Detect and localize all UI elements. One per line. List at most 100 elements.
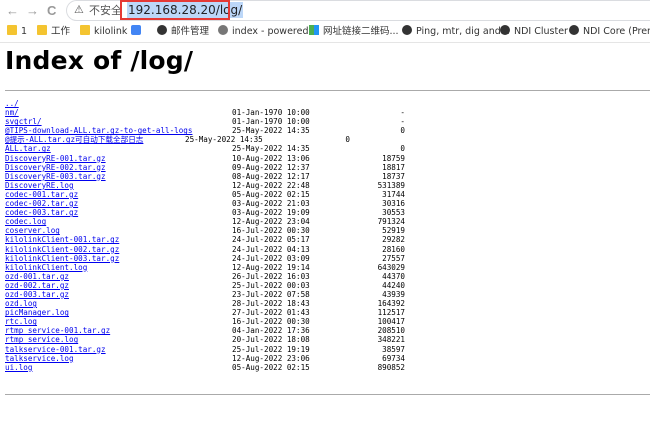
file-size: 69734	[382, 353, 405, 363]
file-link[interactable]: DiscoveryRE-001.tar.gz	[5, 154, 106, 163]
reload-icon[interactable]: C	[47, 3, 56, 19]
file-row: nm/01-Jan-1970 10:00 -	[5, 108, 425, 117]
file-size: 30316	[382, 199, 405, 209]
file-link[interactable]: DiscoveryRE-003.tar.gz	[5, 172, 106, 181]
file-link[interactable]: ui.log	[5, 363, 32, 372]
file-size: 0	[400, 144, 405, 154]
file-row: ozd-003.tar.gz 23-Jul-2022 07:58 43939	[5, 290, 425, 299]
bookmark-folder-work[interactable]: 工作	[37, 25, 70, 39]
file-link[interactable]: rtmp_service-001.tar.gz	[5, 326, 110, 335]
file-row: ozd-001.tar.gz 26-Jul-2022 16:03 44370	[5, 272, 425, 281]
bookmark-ping-mtr[interactable]: Ping, mtr, dig and...	[402, 25, 510, 39]
security-warning-label[interactable]: 不安全	[89, 4, 122, 17]
file-row: ozd-002.tar.gz 25-Jul-2022 00:03 44240	[5, 281, 425, 290]
file-row: coserver.log 16-Jul-2022 00:30 52919	[5, 226, 425, 235]
file-date: 25-Jul-2022 00:03	[232, 280, 310, 290]
file-date: 03-Aug-2022 21:03	[232, 199, 310, 209]
forward-icon[interactable]: →	[26, 3, 39, 19]
file-date: 25-May-2022 14:35	[185, 135, 263, 145]
file-size: 643029	[377, 262, 405, 272]
file-link[interactable]: rtmp_service.log	[5, 335, 78, 344]
file-date: 05-Aug-2022 02:15	[232, 189, 310, 199]
browser-toolbar: ← → C ⚠ 不安全 192.168.28.20/log/	[0, 0, 650, 22]
file-date: 24-Jul-2022 04:13	[232, 244, 310, 254]
folder-icon	[37, 25, 47, 35]
bookmark-mail-admin[interactable]: 邮件管理	[157, 25, 209, 39]
file-link[interactable]: rtc.log	[5, 317, 37, 326]
file-link[interactable]: ozd.log	[5, 299, 37, 308]
translate-icon	[131, 25, 141, 35]
file-size: 43939	[382, 289, 405, 299]
file-size: 38597	[382, 344, 405, 354]
file-size: 27557	[382, 253, 405, 263]
file-date: 20-Jul-2022 18:08	[232, 335, 310, 345]
file-row: kilolinkClient.log 12-Aug-2022 19:14 64302…	[5, 263, 425, 272]
url-highlight-box	[120, 0, 230, 20]
file-link[interactable]: DiscoveryRE.log	[5, 181, 74, 190]
file-link[interactable]: @TIPS-download-ALL.tar.gz-to-get-all-log…	[5, 126, 192, 135]
file-size: 28160	[382, 244, 405, 254]
file-link[interactable]: kilolinkClient-003.tar.gz	[5, 254, 119, 263]
file-date: 12-Aug-2022 23:06	[232, 353, 310, 363]
file-link[interactable]: nm/	[5, 108, 19, 117]
back-icon[interactable]: ←	[6, 3, 19, 19]
file-link[interactable]: svgctrl/	[5, 117, 42, 126]
file-link[interactable]: ALL.tar.gz	[5, 144, 51, 153]
file-link[interactable]: codec-003.tar.gz	[5, 208, 78, 217]
file-date: 27-Jul-2022 01:43	[232, 308, 310, 318]
file-link[interactable]: ozd-003.tar.gz	[5, 290, 69, 299]
file-link[interactable]: DiscoveryRE-002.tar.gz	[5, 163, 106, 172]
file-link[interactable]: @提示-ALL.tar.gz可自动下载全部日志	[5, 135, 143, 144]
file-row: DiscoveryRE.log 12-Aug-2022 22:48 531389	[5, 181, 425, 190]
file-link[interactable]: kilolinkClient-001.tar.gz	[5, 235, 119, 244]
bookmark-ndi-cluster[interactable]: NDI Cluster	[500, 25, 568, 39]
github-icon	[569, 25, 579, 35]
file-row: ALL.tar.gz 25-May-2022 14:35 0	[5, 144, 425, 153]
file-row: ui.log 05-Aug-2022 02:15 890852	[5, 363, 425, 372]
qr-icon	[309, 25, 319, 35]
github-icon	[402, 25, 412, 35]
file-link[interactable]: codec-001.tar.gz	[5, 190, 78, 199]
file-row: codec.log 12-Aug-2022 23:04 791324	[5, 217, 425, 226]
top-divider	[5, 90, 650, 91]
file-link[interactable]: codec.log	[5, 217, 46, 226]
file-size: 29282	[382, 235, 405, 245]
bottom-divider	[5, 394, 650, 395]
file-link[interactable]: kilolinkClient-002.tar.gz	[5, 245, 119, 254]
file-link[interactable]: talkservice.log	[5, 354, 74, 363]
warning-icon[interactable]: ⚠	[74, 4, 84, 17]
file-link[interactable]: coserver.log	[5, 226, 60, 235]
file-size: 164392	[377, 299, 405, 309]
github-icon	[157, 25, 167, 35]
file-link[interactable]: ozd-001.tar.gz	[5, 272, 69, 281]
file-link[interactable]: ozd-002.tar.gz	[5, 281, 69, 290]
file-date: 24-Jul-2022 05:17	[232, 235, 310, 245]
file-link[interactable]: ../	[5, 99, 19, 108]
file-date: 12-Aug-2022 23:04	[232, 217, 310, 227]
file-row: rtmp_service-001.tar.gz 04-Jan-2022 17:36…	[5, 326, 425, 335]
file-date: 01-Jan-1970 10:00	[232, 117, 310, 127]
file-date: 03-Aug-2022 19:09	[232, 208, 310, 218]
globe-icon	[218, 25, 228, 35]
file-size: 112517	[377, 308, 405, 318]
file-date: 24-Jul-2022 03:09	[232, 253, 310, 263]
github-icon	[500, 25, 510, 35]
file-link[interactable]: picManager.log	[5, 308, 69, 317]
bookmark-index-powered[interactable]: index - powered...	[218, 25, 318, 39]
bookmark-translate[interactable]	[131, 25, 145, 39]
file-row: ozd.log 28-Jul-2022 18:43 164392	[5, 299, 425, 308]
file-link[interactable]: talkservice-001.tar.gz	[5, 345, 106, 354]
file-link[interactable]: kilolinkClient.log	[5, 263, 87, 272]
bookmark-folder-kilolink[interactable]: kilolink	[80, 25, 127, 39]
bookmarks-bar: 1 工作 kilolink 邮件管理 index - powered... 网址…	[0, 22, 650, 43]
file-row: ../	[5, 99, 425, 108]
file-date: 09-Aug-2022 12:37	[232, 162, 310, 172]
file-size: 31744	[382, 189, 405, 199]
file-row: @TIPS-download-ALL.tar.gz-to-get-all-log…	[5, 126, 425, 135]
bookmark-qr-code[interactable]: 网址链接二维码...	[309, 25, 399, 39]
bookmark-ndi-core[interactable]: NDI Core (Premiu...	[569, 25, 650, 39]
file-size: 0	[400, 126, 405, 136]
bookmark-folder-1[interactable]: 1	[7, 25, 27, 39]
file-link[interactable]: codec-002.tar.gz	[5, 199, 78, 208]
file-row: @提示-ALL.tar.gz可自动下载全部日志 25-May-2022 14:35…	[5, 135, 425, 144]
